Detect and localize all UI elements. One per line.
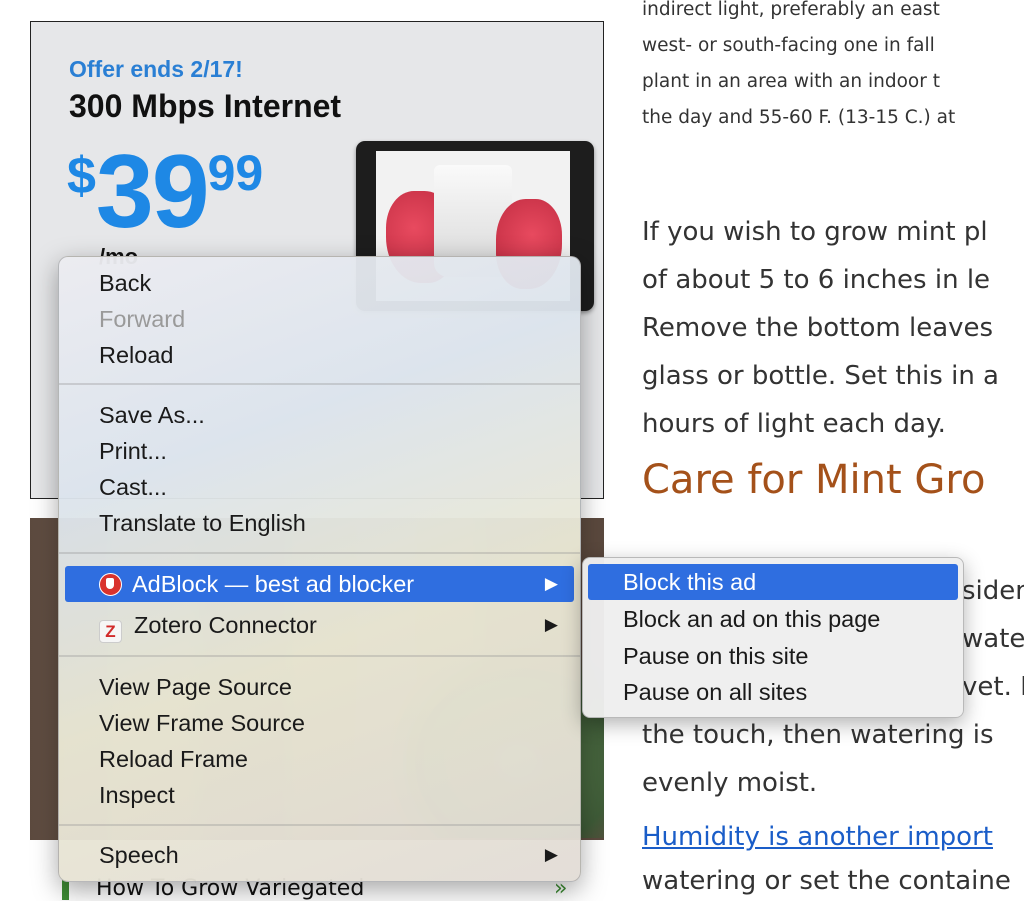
submenu-item-block-ad-on-page[interactable]: Block an ad on this page	[583, 601, 963, 637]
menu-separator	[59, 824, 580, 826]
zotero-z-icon: Z	[99, 620, 122, 643]
text-line: Remove the bottom leaves	[642, 313, 994, 343]
menu-item-adblock[interactable]: AdBlock — best ad blocker ▶	[65, 566, 574, 602]
text-line: glass or bottle. Set this in a	[642, 361, 999, 391]
ad-price: $3999	[67, 140, 263, 244]
submenu-arrow-icon: ▶	[544, 574, 558, 593]
text-line: indirect light, preferably an east	[642, 0, 940, 20]
menu-item-label: Speech	[99, 842, 179, 868]
menu-item-label: AdBlock — best ad blocker	[132, 571, 415, 597]
adblock-hand-icon	[99, 573, 122, 596]
submenu-arrow-icon: ▶	[544, 615, 558, 634]
article-column: indirect light, preferably an east west-…	[642, 0, 1024, 900]
article-paragraph-1: indirect light, preferably an east west-…	[642, 0, 1024, 136]
ad-price-cents: 99	[207, 145, 264, 201]
text-line: the touch, then watering is	[642, 720, 994, 750]
menu-item-cast[interactable]: Cast...	[59, 470, 580, 504]
article-paragraph-4: watering or set the containe	[642, 866, 1011, 896]
menu-item-speech[interactable]: Speech ▶	[59, 838, 580, 872]
menu-item-translate[interactable]: Translate to English	[59, 506, 580, 540]
text-line: hours of light each day.	[642, 409, 946, 439]
menu-item-reload[interactable]: Reload	[59, 338, 580, 372]
adblock-submenu[interactable]: Block this ad Block an ad on this page P…	[582, 557, 964, 718]
text-line: If you wish to grow mint pl	[642, 217, 988, 247]
menu-item-forward[interactable]: Forward	[59, 302, 580, 336]
submenu-item-block-this-ad[interactable]: Block this ad	[588, 564, 958, 600]
text-line: the day and 55-60 F. (13-15 C.) at	[642, 107, 956, 128]
ad-price-currency: $	[67, 147, 96, 205]
menu-item-view-page-source[interactable]: View Page Source	[59, 670, 580, 704]
menu-separator	[59, 655, 580, 657]
ad-offer-text: Offer ends 2/17!	[69, 56, 243, 82]
ad-speed-title: 300 Mbps Internet	[69, 88, 342, 124]
menu-item-reload-frame[interactable]: Reload Frame	[59, 742, 580, 776]
menu-item-label: Zotero Connector	[134, 612, 317, 638]
menu-item-inspect[interactable]: Inspect	[59, 778, 580, 812]
humidity-link[interactable]: Humidity is another import	[642, 822, 993, 852]
submenu-item-pause-on-site[interactable]: Pause on this site	[583, 638, 963, 674]
menu-item-save-as[interactable]: Save As...	[59, 398, 580, 432]
article-paragraph-2: If you wish to grow mint pl of about 5 t…	[642, 208, 1024, 448]
text-line: of about 5 to 6 inches in le	[642, 265, 991, 295]
menu-item-zotero[interactable]: Z Zotero Connector ▶	[59, 608, 580, 643]
text-line: plant in an area with an indoor t	[642, 71, 940, 92]
related-link-accent	[62, 880, 69, 900]
menu-item-print[interactable]: Print...	[59, 434, 580, 468]
menu-item-view-frame-source[interactable]: View Frame Source	[59, 706, 580, 740]
menu-separator	[59, 383, 580, 385]
text-line: west- or south-facing one in fall	[642, 35, 935, 56]
ad-price-dollars: 39	[95, 134, 210, 250]
submenu-arrow-icon: ▶	[544, 845, 558, 864]
context-menu[interactable]: Back Forward Reload Save As... Print... …	[58, 256, 581, 882]
section-heading: Care for Mint Gro	[642, 457, 986, 503]
submenu-item-pause-on-all-sites[interactable]: Pause on all sites	[583, 674, 963, 710]
menu-item-back[interactable]: Back	[59, 266, 580, 300]
menu-separator	[59, 552, 580, 554]
text-line: evenly moist.	[642, 768, 818, 798]
